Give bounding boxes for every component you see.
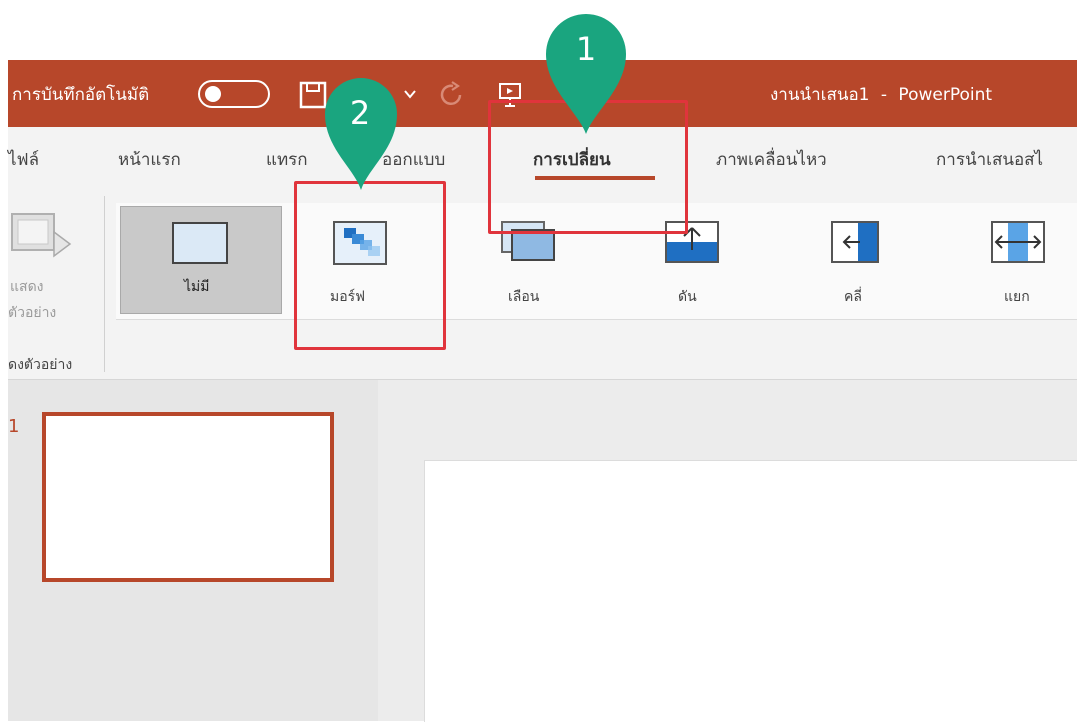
autosave-label: การบันทึกอัตโนมัติ [12,85,150,105]
tab-home[interactable]: หน้าแรก [118,146,181,173]
transition-push-label[interactable]: ดัน [678,286,697,308]
window-title: งานนำเสนอ1 - PowerPoint [770,81,992,108]
transition-none-icon [172,222,228,264]
transition-none-label: ไม่มี [184,279,210,295]
preview-icon[interactable] [8,210,72,268]
document-title: งานนำเสนอ1 [770,85,870,105]
redo-icon[interactable] [436,80,468,110]
app-name: PowerPoint [898,85,993,105]
tab-animations[interactable]: ภาพเคลื่อนไหว [716,146,827,173]
transition-wipe-label[interactable]: คลี่ [844,286,862,308]
annotation-pin-1 [546,14,626,134]
wipe-icon [831,221,879,263]
undo-dropdown-icon[interactable] [402,86,418,102]
slide-number: 1 [8,416,20,437]
annotation-number-1: 1 [575,30,597,68]
highlight-morph-option [294,181,446,350]
transition-fade-label[interactable]: เลือน [508,286,539,308]
toggle-knob [205,86,221,102]
tab-slideshow[interactable]: การนำเสนอสไ [936,146,1043,173]
transition-split-label[interactable]: แยก [1004,286,1030,308]
tab-file[interactable]: ไฟล์ [8,146,39,173]
annotation-number-2: 2 [349,94,371,132]
preview-group-label: ดงตัวอย่าง [8,357,73,373]
title-separator: - [880,85,888,105]
group-divider [104,196,105,372]
preview-label-2: ตัวอย่าง [8,305,57,321]
autosave-toggle[interactable] [198,80,270,108]
slide-thumbnail[interactable] [42,412,334,582]
tab-insert[interactable]: แทรก [266,146,308,173]
slide-canvas[interactable] [424,460,1077,722]
annotation-pin-2 [325,78,397,190]
split-icon [991,221,1045,263]
preview-label-1: แสดง [10,279,44,295]
